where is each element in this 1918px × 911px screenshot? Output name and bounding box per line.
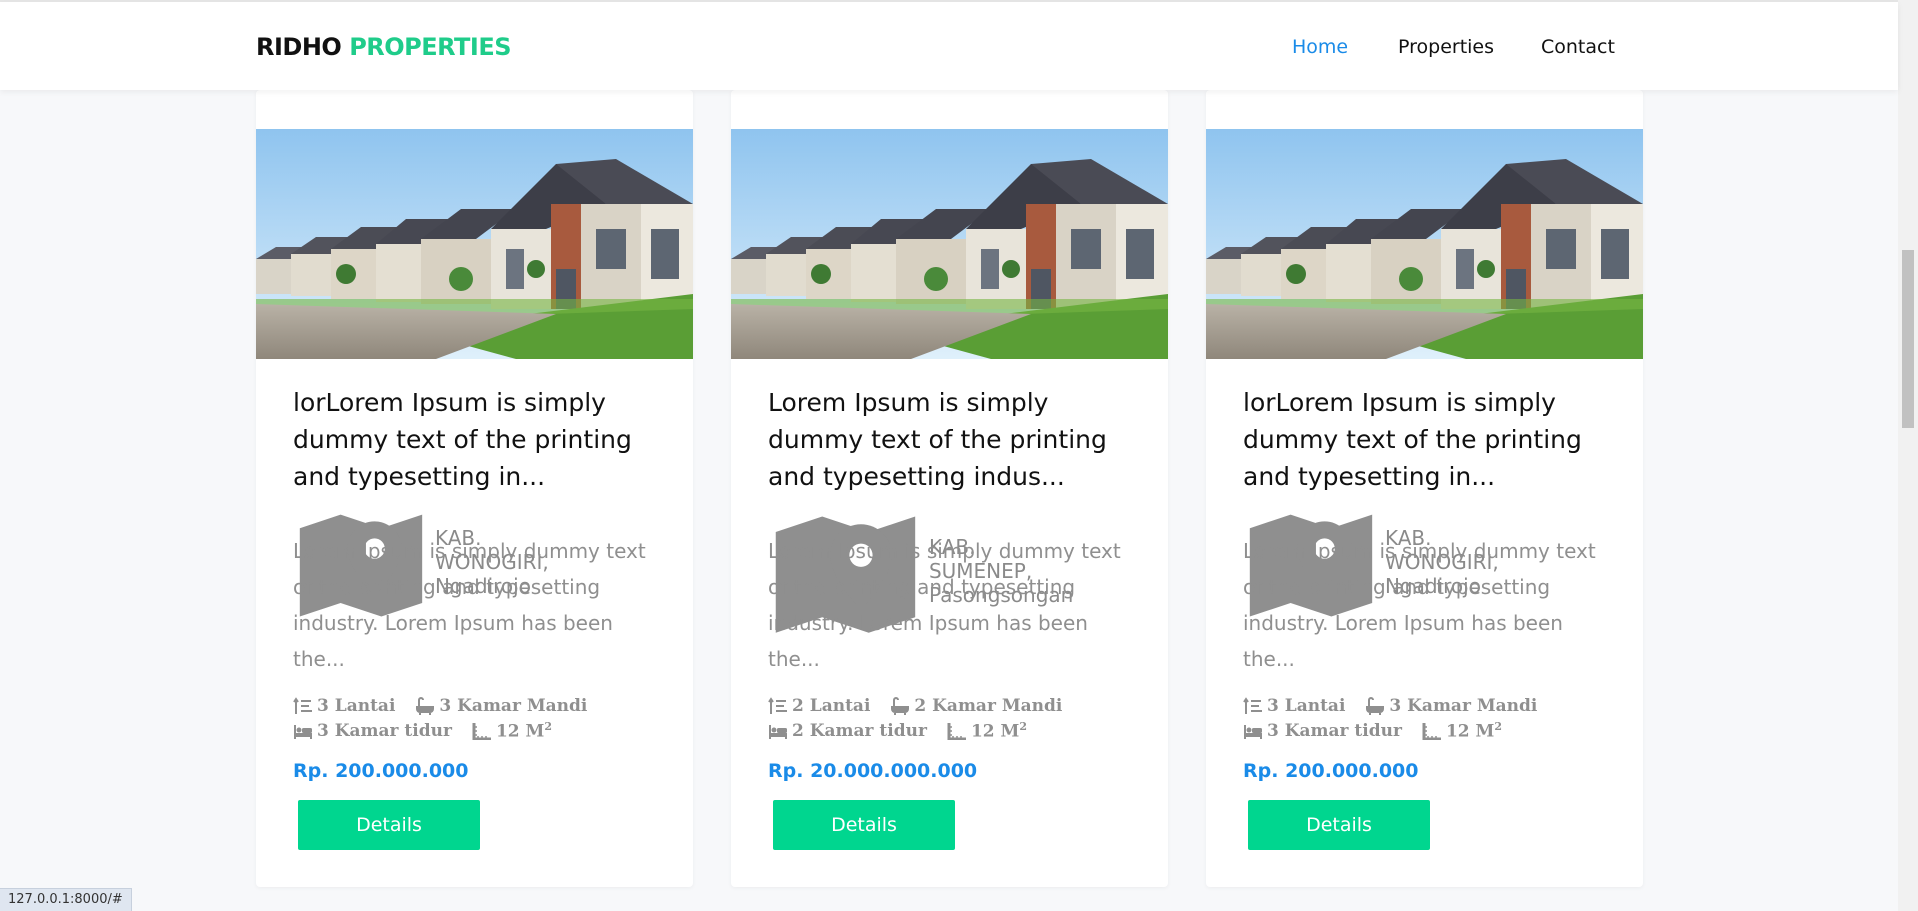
bathrooms-feature: 3 Kamar Mandi	[1365, 696, 1537, 716]
features-row-2: 3 Kamar tidur 12 M2	[293, 720, 552, 742]
stairs-icon	[293, 697, 312, 714]
bedrooms-text: 3 Kamar tidur	[317, 720, 452, 741]
floors-feature: 3 Lantai	[293, 696, 395, 716]
property-photo[interactable]	[731, 129, 1168, 359]
features-row-1: 3 Lantai 3 Kamar Mandi	[293, 696, 587, 716]
nav-link-properties[interactable]: Properties	[1398, 36, 1494, 58]
bathrooms-text: 3 Kamar Mandi	[1389, 696, 1538, 716]
navbar: RIDHO PROPERTIES Home Properties Contact	[0, 2, 1898, 90]
brand-part1: RIDHO	[256, 33, 342, 61]
features-row-1: 3 Lantai 3 Kamar Mandi	[1243, 696, 1537, 716]
bedrooms-text: 2 Kamar tidur	[792, 720, 927, 741]
area-unit-sup: 2	[1019, 720, 1027, 733]
stairs-icon	[1243, 697, 1262, 714]
area-value: 12 M	[1445, 721, 1495, 742]
bathrooms-text: 3 Kamar Mandi	[439, 696, 588, 716]
property-price: Rp. 200.000.000	[293, 760, 469, 782]
features-row-2: 3 Kamar tidur 12 M2	[1243, 720, 1502, 742]
bedrooms-feature: 3 Kamar tidur	[1243, 720, 1402, 742]
property-price: Rp. 20.000.000.000	[768, 760, 978, 782]
bedrooms-feature: 2 Kamar tidur	[768, 720, 927, 742]
bathrooms-feature: 2 Kamar Mandi	[890, 696, 1062, 716]
area-text: 12 M2	[496, 720, 552, 742]
ruler-icon	[947, 722, 966, 740]
area-unit-sup: 2	[544, 720, 552, 733]
area-value: 12 M	[495, 721, 545, 742]
bedrooms-feature: 3 Kamar tidur	[293, 720, 452, 742]
details-button[interactable]: Details	[773, 800, 955, 850]
nav-link-contact[interactable]: Contact	[1541, 36, 1615, 58]
floors-text: 3 Lantai	[317, 696, 396, 716]
stairs-icon	[768, 697, 787, 714]
property-photo[interactable]	[1206, 129, 1643, 359]
features-row-2: 2 Kamar tidur 12 M2	[768, 720, 1027, 742]
floors-text: 2 Lantai	[792, 696, 871, 716]
property-card: Lorem Ipsum is simply dummy text of the …	[731, 90, 1168, 887]
property-title[interactable]: lorLorem Ipsum is simply dummy text of t…	[1243, 384, 1623, 495]
area-text: 12 M2	[1446, 720, 1502, 742]
ruler-icon	[472, 722, 491, 740]
floors-feature: 2 Lantai	[768, 696, 870, 716]
details-button[interactable]: Details	[298, 800, 480, 850]
bathrooms-text: 2 Kamar Mandi	[914, 696, 1063, 716]
house-photo	[731, 129, 1168, 359]
bathrooms-feature: 3 Kamar Mandi	[415, 696, 587, 716]
area-value: 12 M	[970, 721, 1020, 742]
status-bar-url: 127.0.0.1:8000/#	[0, 888, 132, 911]
bed-icon	[294, 724, 312, 739]
house-photo	[1206, 129, 1643, 359]
property-card: lorLorem Ipsum is simply dummy text of t…	[1206, 90, 1643, 887]
property-title[interactable]: Lorem Ipsum is simply dummy text of the …	[768, 384, 1148, 495]
bathtub-icon	[891, 697, 910, 715]
house-photo	[256, 129, 693, 359]
property-description: Lorem Ipsum is simply dummy text of the …	[293, 539, 646, 671]
bathtub-icon	[416, 697, 435, 715]
property-description: Lorem Ipsum is simply dummy text of the …	[1243, 539, 1596, 671]
ruler-icon	[1422, 722, 1441, 740]
features-row-1: 2 Lantai 2 Kamar Mandi	[768, 696, 1062, 716]
floors-text: 3 Lantai	[1267, 696, 1346, 716]
area-feature: 12 M2	[1422, 720, 1502, 742]
brand-logo[interactable]: RIDHO PROPERTIES	[256, 33, 512, 61]
area-text: 12 M2	[971, 720, 1027, 742]
floors-feature: 3 Lantai	[1243, 696, 1345, 716]
property-price: Rp. 200.000.000	[1243, 760, 1419, 782]
scrollbar-thumb[interactable]	[1902, 250, 1914, 428]
area-feature: 12 M2	[947, 720, 1027, 742]
property-description: Lorem Ipsum is simply dummy text of the …	[768, 539, 1121, 671]
area-unit-sup: 2	[1494, 720, 1502, 733]
nav-link-home[interactable]: Home	[1292, 36, 1348, 58]
property-title[interactable]: lorLorem Ipsum is simply dummy text of t…	[293, 384, 673, 495]
bed-icon	[1244, 724, 1262, 739]
scrollbar-track[interactable]	[1898, 0, 1918, 911]
property-photo[interactable]	[256, 129, 693, 359]
area-feature: 12 M2	[472, 720, 552, 742]
bathtub-icon	[1366, 697, 1385, 715]
brand-part2: PROPERTIES	[349, 33, 512, 61]
details-button[interactable]: Details	[1248, 800, 1430, 850]
bedrooms-text: 3 Kamar tidur	[1267, 720, 1402, 741]
bed-icon	[769, 724, 787, 739]
property-card: lorLorem Ipsum is simply dummy text of t…	[256, 90, 693, 887]
